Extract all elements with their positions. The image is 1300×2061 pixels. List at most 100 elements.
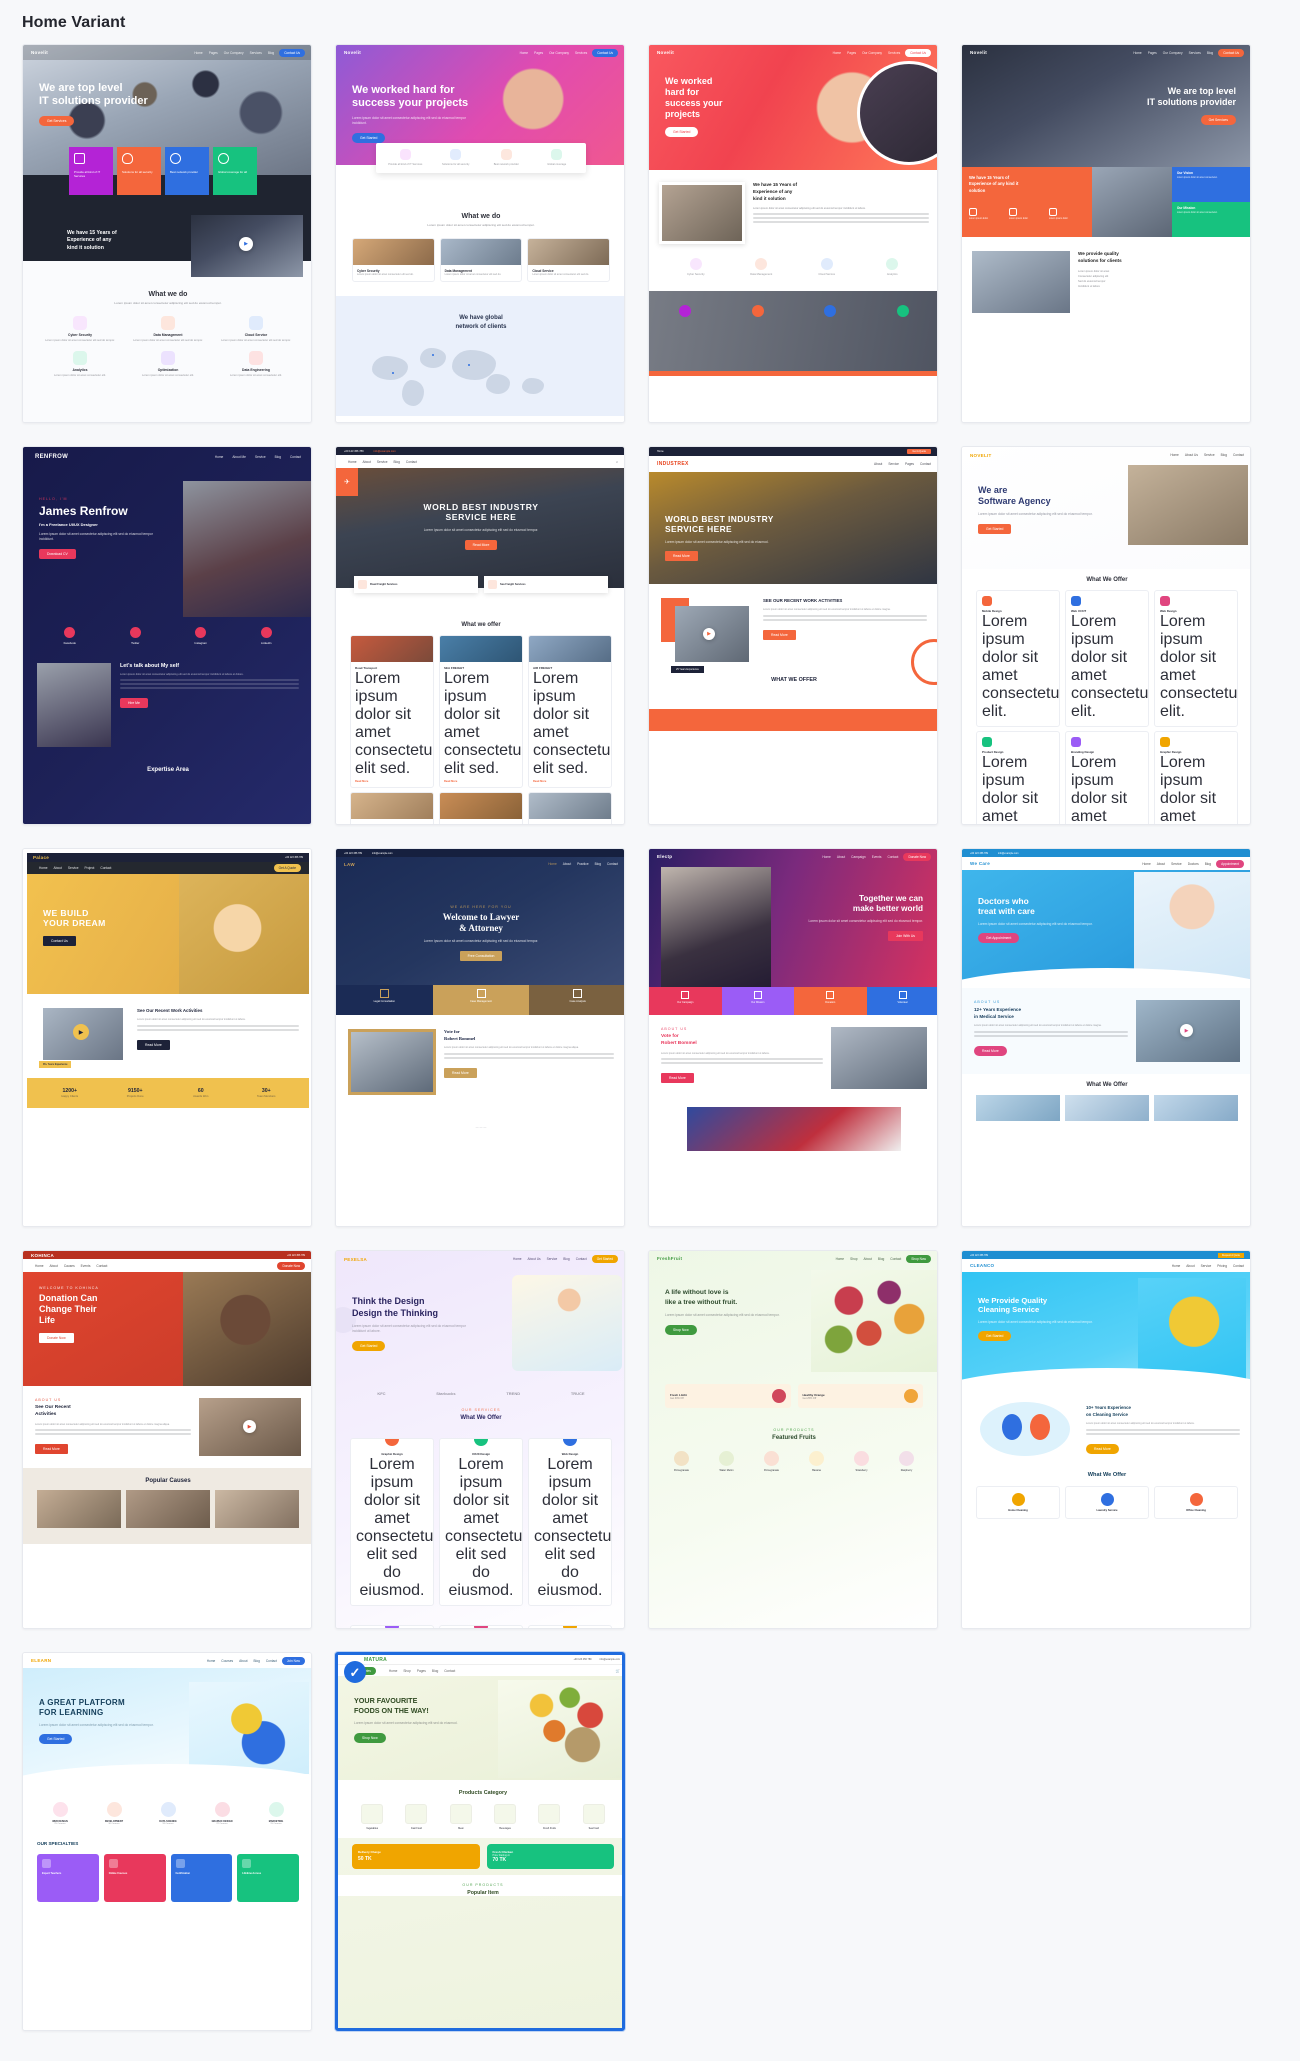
nav-link[interactable]: Home — [207, 1659, 216, 1663]
cart-icon[interactable]: 🛒 — [616, 1669, 620, 1673]
hero-cta-button[interactable]: Get Started — [352, 132, 386, 143]
nav-link[interactable]: Contact — [406, 460, 417, 464]
hero-cta-button[interactable]: Free Consultation — [459, 950, 503, 961]
hero-cta-button[interactable]: Donate Now — [39, 1332, 74, 1343]
nav-link[interactable]: Service — [888, 462, 899, 466]
nav-cta-button[interactable]: Contact Us — [905, 48, 931, 57]
template-card-palace-construction[interactable]: Palace +00 123 456 789 Home About Servic… — [22, 848, 312, 1227]
nav-cta-button[interactable]: Get A Quote — [273, 864, 301, 872]
nav-link[interactable]: Blog — [595, 862, 601, 866]
social-label[interactable]: Linkedin — [234, 641, 300, 645]
nav-link[interactable]: About — [54, 866, 62, 870]
nav-link[interactable]: Pages — [847, 51, 856, 55]
template-card-freshfruit-organic[interactable]: FreshFruit Home Shop About Blog Contact … — [648, 1250, 938, 1629]
nav-link[interactable]: Service — [255, 455, 266, 459]
nav-cta-button[interactable]: Contact Us — [1218, 48, 1244, 57]
nav-link[interactable]: Home — [833, 51, 842, 55]
nav-link[interactable]: Contact — [266, 1659, 277, 1663]
about-cta-button[interactable]: Read More — [137, 1039, 170, 1050]
nav-link[interactable]: Blog — [275, 455, 281, 459]
nav-link[interactable]: Pages — [1148, 51, 1157, 55]
nav-link[interactable]: Blog — [432, 1669, 438, 1673]
nav-link[interactable]: About — [50, 1264, 58, 1268]
template-card-kohinca-charity[interactable]: KOHINCA +00 123 456 789 Home About Cause… — [22, 1250, 312, 1629]
template-card-industrex-factory[interactable]: Home Get A Quote INDUSTREX About Service… — [648, 446, 938, 825]
template-card-novelit-it-solutions[interactable]: Novelit Home Pages Our Company Services … — [22, 44, 312, 423]
nav-link[interactable]: Shop — [403, 1669, 410, 1673]
nav-link[interactable]: Blog — [1205, 862, 1211, 866]
about-cta-button[interactable]: Read More — [763, 629, 796, 640]
hero-cta-button[interactable]: Contact Us — [43, 935, 76, 946]
nav-cta-button[interactable]: Donate Now — [277, 1261, 305, 1270]
template-card-pexelsa-design-agency[interactable]: PEXELSA Home About Us Service Blog Conta… — [335, 1250, 625, 1629]
nav-cta-button[interactable]: Join Now — [281, 1656, 305, 1665]
nav-link[interactable]: Home — [836, 1257, 845, 1261]
nav-cta-button[interactable]: Shop Now — [906, 1254, 931, 1263]
nav-link[interactable]: Contact — [576, 1257, 587, 1261]
nav-link[interactable]: Pages — [209, 51, 218, 55]
hero-cta-button[interactable]: Read More — [665, 551, 698, 562]
nav-link[interactable]: Contact — [1233, 453, 1244, 457]
nav-link[interactable]: Home — [194, 51, 203, 55]
nav-link[interactable]: Services — [250, 51, 262, 55]
about-cta-button[interactable]: Hire Me — [120, 698, 148, 709]
nav-link[interactable]: Practice — [577, 862, 589, 866]
about-cta-button[interactable]: Read More — [35, 1444, 68, 1455]
nav-link[interactable]: Events — [81, 1264, 91, 1268]
nav-link[interactable]: Pricing — [1217, 1264, 1227, 1268]
nav-link[interactable]: Home — [1172, 1264, 1181, 1268]
social-label[interactable]: Instagram — [168, 641, 234, 645]
hero-cta-button[interactable]: Get Services — [1200, 114, 1236, 125]
hero-cta-button[interactable]: Get Started — [978, 523, 1012, 534]
nav-link[interactable]: About Us — [528, 1257, 541, 1261]
nav-link[interactable]: Contact — [444, 1669, 455, 1673]
category-name[interactable]: Meat — [441, 1827, 481, 1830]
nav-link[interactable]: Services — [575, 51, 587, 55]
nav-link[interactable]: Our Company — [224, 51, 244, 55]
template-card-novelit-dark[interactable]: Novelit Home Pages Our Company Services … — [961, 44, 1251, 423]
category-name[interactable]: Sea Food — [574, 1827, 614, 1830]
nav-link[interactable]: Contact — [920, 462, 931, 466]
category-name[interactable]: Fast Food — [396, 1827, 436, 1830]
nav-link[interactable]: Home — [35, 1264, 44, 1268]
nav-link[interactable]: About — [837, 855, 845, 859]
template-card-renfrow-personal[interactable]: RENFROW Home About Me Service Blog Conta… — [22, 446, 312, 825]
nav-link[interactable]: Causes — [64, 1264, 75, 1268]
hero-cta-button[interactable]: Download CV — [39, 548, 76, 559]
nav-link[interactable]: Contact — [887, 855, 898, 859]
nav-link[interactable]: Contact — [96, 1264, 107, 1268]
nav-link[interactable]: Contact — [890, 1257, 901, 1261]
service-link[interactable]: Read More — [444, 780, 518, 783]
nav-link[interactable]: Service — [68, 866, 79, 870]
nav-link[interactable]: About — [1186, 1264, 1194, 1268]
nav-link[interactable]: About — [864, 1257, 872, 1261]
nav-cta-button[interactable]: Appointment — [1216, 859, 1244, 868]
nav-link[interactable]: Services — [888, 51, 900, 55]
nav-link[interactable]: Blog — [1221, 453, 1227, 457]
nav-cta-button[interactable]: Get Started — [591, 1255, 618, 1263]
nav-link[interactable]: Contact — [607, 862, 618, 866]
template-card-novelit-red[interactable]: Novelit Home Pages Our Company Services … — [648, 44, 938, 423]
template-card-wecare-medical[interactable]: +00 123 456 789 info@example.com We Care… — [961, 848, 1251, 1227]
hero-cta-button[interactable]: Get Services — [39, 115, 75, 126]
nav-link[interactable]: Home — [1133, 51, 1142, 55]
hero-cta-button[interactable]: Shop Now — [665, 1324, 697, 1335]
nav-link[interactable]: About Us — [1185, 453, 1198, 457]
template-card-electp-political[interactable]: Electp Home About Campaign Events Contac… — [648, 848, 938, 1227]
nav-link[interactable]: About — [239, 1659, 247, 1663]
nav-link[interactable]: About — [1157, 862, 1165, 866]
template-card-logistics-cargo[interactable]: +00 123 456 789 info@example.com Home Ab… — [335, 446, 625, 825]
nav-link[interactable]: Service — [377, 460, 388, 464]
nav-link[interactable]: Pages — [534, 51, 543, 55]
nav-link[interactable]: Contact — [290, 455, 301, 459]
nav-cta-button[interactable]: Contact Us — [592, 48, 618, 57]
about-cta-button[interactable]: Read More — [661, 1073, 694, 1084]
nav-link[interactable]: Campaign — [851, 855, 866, 859]
hero-cta-button[interactable]: Get Started — [978, 1331, 1012, 1342]
nav-link[interactable]: Pages — [905, 462, 914, 466]
hero-cta-button[interactable]: Get Started — [665, 126, 699, 137]
service-link[interactable]: Read More — [355, 780, 429, 783]
hero-cta-button[interactable]: Get Started — [352, 1341, 386, 1352]
nav-link[interactable]: Service — [1171, 862, 1182, 866]
nav-link[interactable]: Home — [389, 1669, 398, 1673]
